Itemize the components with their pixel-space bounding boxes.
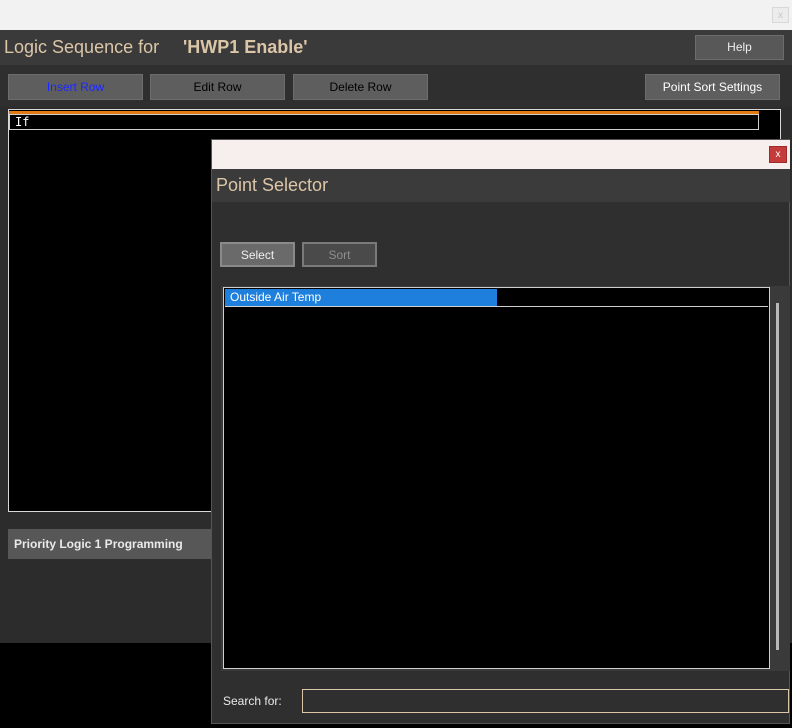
- dialog-title: Point Selector: [216, 175, 329, 195]
- dialog-close-button[interactable]: x: [769, 146, 787, 163]
- search-label: Search for:: [223, 694, 282, 708]
- delete-row-button[interactable]: Delete Row: [293, 74, 428, 100]
- priority-logic-label: Priority Logic 1 Programming: [14, 537, 183, 551]
- sort-button[interactable]: Sort: [302, 242, 377, 267]
- point-list-scrollbar[interactable]: [776, 303, 779, 650]
- main-title-bar: [0, 0, 792, 30]
- logic-row[interactable]: If: [9, 114, 759, 130]
- page-title-sequence-name: 'HWP1 Enable': [183, 37, 308, 57]
- insert-row-button[interactable]: Insert Row: [8, 74, 143, 100]
- point-list[interactable]: [223, 287, 770, 669]
- edit-row-button[interactable]: Edit Row: [150, 74, 285, 100]
- search-input[interactable]: [302, 689, 789, 713]
- select-button[interactable]: Select: [220, 242, 295, 267]
- point-name-cell[interactable]: Outside Air Temp: [225, 289, 497, 306]
- page-title-prefix: Logic Sequence for: [4, 37, 160, 57]
- main-close-button[interactable]: x: [772, 7, 789, 23]
- help-button[interactable]: Help: [695, 35, 784, 60]
- point-sort-settings-button[interactable]: Point Sort Settings: [645, 74, 780, 100]
- dialog-title-bar: [212, 140, 790, 169]
- list-item[interactable]: Outside Air Temp: [225, 289, 768, 307]
